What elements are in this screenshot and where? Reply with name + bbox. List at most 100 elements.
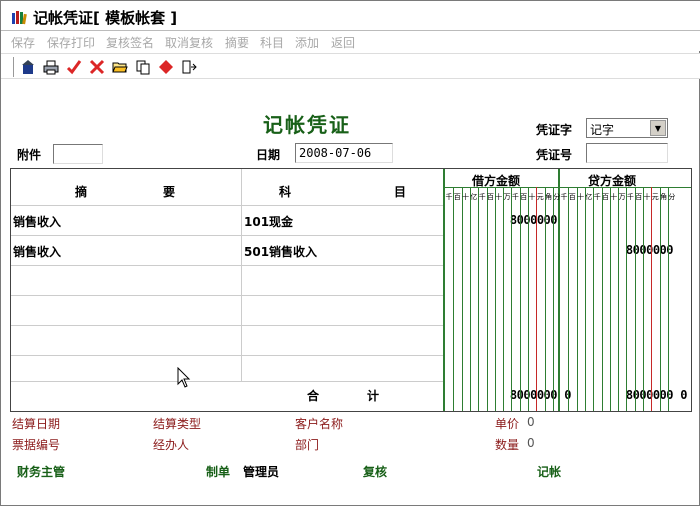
menu-add[interactable]: 添加 [295,34,319,51]
digit-unit-label: 元 [536,193,544,201]
settle-type-label: 结算类型 [153,417,202,431]
digit-column-line [503,187,505,411]
voucher-number-label: 凭证号 [536,148,573,162]
digit-column-line [609,187,611,411]
voucher-window: 记帐凭证[ 模板帐套 ] 保存 保存打印 复核签名 取消复核 摘要 科目 添加 … [0,0,700,506]
total-label-char2: 计 [367,389,380,403]
digit-column-line [634,187,636,411]
digit-column-line [519,187,521,411]
insert-row-icon[interactable] [180,58,198,76]
row1-debit[interactable]: 8000000 [491,213,558,227]
date-field[interactable]: 2008-07-06 [295,143,393,163]
menu-review-sign[interactable]: 复核签名 [106,34,154,51]
row-divider [11,265,443,266]
voucher-number-field[interactable] [586,143,668,163]
digit-column-line [584,187,586,411]
chevron-down-icon[interactable]: ▼ [650,120,666,136]
digit-unit-label: 分 [668,193,676,201]
copy-icon[interactable] [134,58,152,76]
digit-unit-label: 分 [553,193,561,201]
digit-column-line [469,187,471,411]
digit-column-line [461,187,463,411]
quantity-value[interactable]: 0 [527,436,535,450]
digit-unit-label: 万 [503,193,511,201]
books-icon [12,11,27,25]
voucher-title: 记帐凭证 [263,113,351,137]
row-divider [11,295,443,296]
row-divider [11,235,443,236]
voucher-entry-table: 摘 要 科 目 借方金额 贷方金额 销售收入 101现金 8000000 销售收… [10,168,692,412]
voucher-word-select[interactable]: 记字 ▼ [586,118,668,138]
digit-unit-label: 万 [618,193,626,201]
digit-unit-label: 千 [593,193,601,201]
digit-column-line [552,187,554,411]
toolbar-grip [11,57,14,77]
print-icon[interactable] [42,58,60,76]
row1-subject[interactable]: 101现金 [244,213,293,230]
row-divider [11,325,443,326]
maker-value: 管理员 [243,465,280,479]
digit-unit-label: 百 [453,193,461,201]
digit-column-line [453,187,455,411]
maker-label: 制单 [206,465,231,479]
header-subject-char2: 目 [394,185,407,199]
row-divider [11,355,443,356]
total-credit: 8000000 [625,388,674,402]
diamond-icon[interactable] [157,58,175,76]
digit-column-line [568,187,570,411]
digit-column-line [651,187,653,411]
header-summary-char1: 摘 [75,185,88,199]
digit-column-line [626,187,628,411]
toolbar [1,53,700,79]
digit-column-line [576,187,578,411]
column-divider [241,169,242,381]
voucher-word-label: 凭证字 [536,123,573,137]
attach-field[interactable] [53,144,103,164]
digit-unit-label: 十 [495,193,503,201]
row1-summary[interactable]: 销售收入 [13,213,61,230]
row2-summary[interactable]: 销售收入 [13,243,61,260]
digit-unit-label: 亿 [585,193,593,201]
amount-column-divider [443,169,445,411]
digit-unit-label: 百 [487,193,494,201]
row-divider [11,381,443,382]
digit-column-line [511,187,513,411]
voucher-word-value: 记字 [590,123,615,137]
row2-credit[interactable]: 8000000 [607,243,674,257]
menu-save-print[interactable]: 保存打印 [47,34,95,51]
exit-icon[interactable] [19,58,37,76]
delete-icon[interactable] [88,58,106,76]
menu-return[interactable]: 返回 [331,34,355,51]
digit-unit-label: 千 [560,193,568,201]
amount-header-divider [443,187,691,188]
unit-price-value[interactable]: 0 [527,415,535,429]
digit-column-line [643,187,644,411]
digit-unit-label: 角 [545,193,553,201]
menu-summary[interactable]: 摘要 [225,34,249,51]
menu-subject[interactable]: 科目 [260,34,284,51]
bill-number-label: 票据编号 [12,438,61,452]
digit-column-line [528,187,529,411]
window-title: 记帐凭证[ 模板帐套 ] [33,9,178,27]
menu-bar: 保存 保存打印 复核签名 取消复核 摘要 科目 添加 返回 [1,31,700,51]
settlement-info-panel: 结算日期 结算类型 客户名称 单价 0 票据编号 经办人 部门 数量 0 [10,412,692,456]
check-icon[interactable] [65,58,83,76]
unit-price-label: 单价 [495,417,520,431]
digit-unit-label: 十 [528,193,536,201]
digit-unit-label: 百 [568,193,576,201]
digit-unit-label: 千 [478,193,486,201]
row2-subject[interactable]: 501销售收入 [244,243,317,260]
settle-date-label: 结算日期 [12,417,61,431]
row-divider [11,205,443,206]
customer-label: 客户名称 [295,417,344,431]
digit-unit-label: 百 [635,193,643,201]
digit-column-line [618,187,620,411]
menu-save[interactable]: 保存 [11,34,35,51]
debit-credit-divider [558,169,560,411]
open-folder-icon[interactable] [111,58,129,76]
digit-column-line [667,187,669,411]
menu-cancel-review[interactable]: 取消复核 [165,34,213,51]
digit-column-line [601,187,603,411]
digit-column-line [478,187,480,411]
digit-column-line [593,187,595,411]
